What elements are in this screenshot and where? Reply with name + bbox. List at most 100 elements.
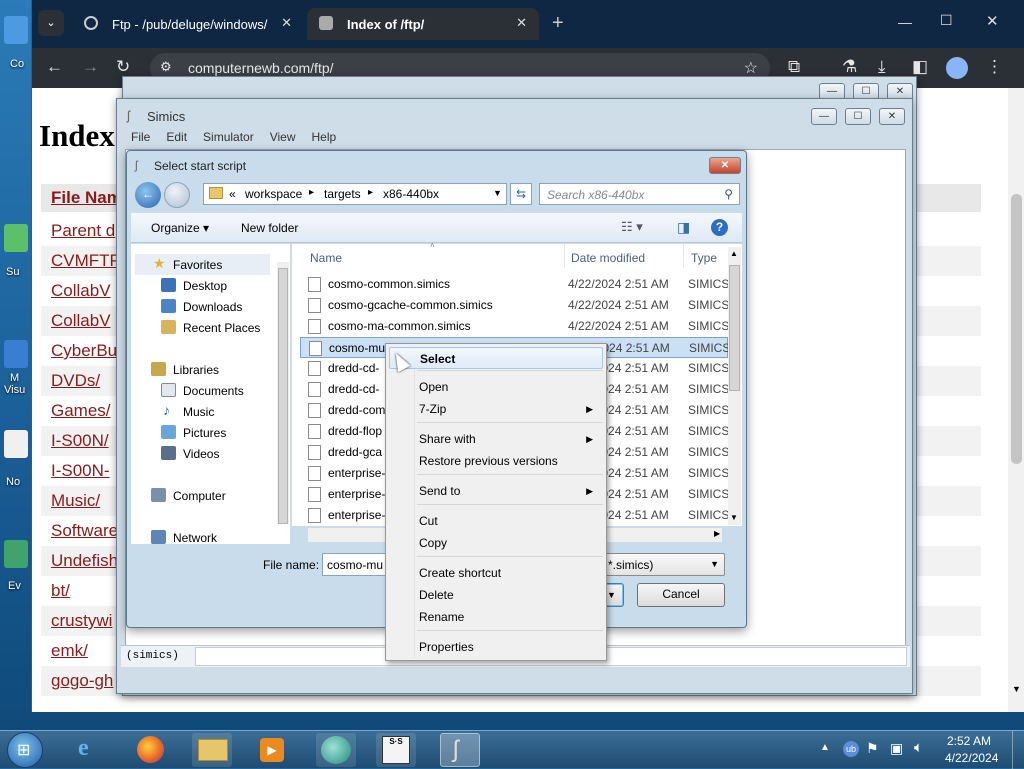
desktop-icon[interactable] [4, 540, 28, 568]
ublock-icon[interactable]: ub [843, 741, 859, 757]
name-column-header[interactable]: Name [310, 251, 342, 265]
taskbar-internet-explorer[interactable]: e [70, 733, 110, 767]
network-icon[interactable]: ▣ [890, 740, 903, 757]
context-menu-item-create-shortcut[interactable]: Create shortcut [389, 562, 603, 584]
new-folder-button[interactable]: New folder [241, 221, 298, 235]
show-hidden-icons-icon[interactable]: ▲ [820, 742, 830, 753]
file-type-filter[interactable]: *.simics) ▼ [597, 553, 725, 576]
close-tab-icon[interactable]: ✕ [281, 15, 292, 31]
chevron-down-icon[interactable]: ▼ [493, 188, 502, 198]
directory-link[interactable]: CollabV [51, 311, 111, 331]
nav-network[interactable]: Network [151, 527, 291, 548]
menu-file[interactable]: File [131, 130, 150, 144]
breadcrumb-x86-440bx[interactable]: x86-440bx [383, 187, 439, 201]
nav-libraries[interactable]: Libraries [151, 359, 291, 380]
start-button[interactable]: ⊞ [7, 732, 43, 768]
breadcrumb-targets[interactable]: targets [324, 187, 361, 201]
directory-link[interactable]: CyberBu [51, 341, 117, 361]
clock-date[interactable]: 4/22/2024 [945, 751, 998, 765]
desktop-icon[interactable] [4, 16, 28, 44]
directory-link[interactable]: I-S00N/ [51, 431, 109, 451]
file-row[interactable]: cosmo-gcache-common.simics 4/22/2024 2:51… [300, 295, 728, 316]
scroll-down-arrow-icon[interactable]: ▼ [730, 513, 738, 522]
scrollbar-thumb[interactable] [1011, 194, 1022, 464]
directory-link[interactable]: crustywi [51, 611, 112, 631]
maximize-button[interactable]: ☐ [845, 108, 871, 125]
tab-index-ftp[interactable]: Index of /ftp/ ✕ [307, 8, 539, 40]
file-list-scrollbar[interactable]: ▲ ▼ [728, 247, 741, 525]
profile-avatar[interactable] [946, 57, 968, 79]
context-menu-item-select[interactable]: Select [389, 347, 603, 369]
preview-pane-icon[interactable]: ◨ [677, 219, 690, 236]
breadcrumb[interactable]: « workspace ▸ targets ▸ x86-440bx ▼ [203, 183, 507, 205]
new-tab-button[interactable]: + [552, 12, 564, 35]
scrollbar-thumb[interactable] [278, 268, 288, 524]
nav-computer[interactable]: Computer [151, 485, 291, 506]
refresh-icon[interactable]: ⇆ [510, 183, 532, 205]
maximize-button[interactable]: ☐ [940, 12, 953, 29]
close-button[interactable]: ✕ [879, 108, 905, 125]
show-desktop-button[interactable] [1012, 731, 1024, 769]
site-info-icon[interactable]: ⚙ [160, 59, 172, 75]
context-menu-item-open[interactable]: Open [389, 376, 603, 398]
bookmark-star-icon[interactable]: ☆ [744, 58, 758, 78]
more-menu-icon[interactable]: ⋮ [986, 57, 1003, 77]
nav-scrollbar[interactable] [277, 262, 289, 524]
context-menu-item-send-to[interactable]: Send to ▶ [389, 480, 603, 502]
clock-time[interactable]: 2:52 AM [947, 734, 991, 748]
scroll-down-arrow-icon[interactable]: ▼ [1012, 684, 1021, 694]
action-center-flag-icon[interactable]: ⚑ [866, 740, 879, 757]
back-arrow-icon[interactable]: ← [135, 182, 161, 208]
organize-button[interactable]: Organize ▾ [151, 221, 209, 235]
taskbar-firefox[interactable] [130, 733, 170, 767]
directory-link[interactable]: Games/ [51, 401, 111, 421]
directory-link[interactable]: bt/ [51, 581, 70, 601]
labs-flask-icon[interactable]: ⚗ [842, 57, 857, 77]
search-input[interactable]: Search x86-440bx ⚲ [539, 183, 740, 205]
minimize-button[interactable]: — [898, 14, 912, 30]
desktop-icon[interactable] [4, 430, 28, 458]
directory-link[interactable]: CVMFTP [51, 251, 121, 271]
breadcrumb-overflow[interactable]: « [229, 187, 236, 201]
taskbar-media-player[interactable]: ▶ [252, 733, 292, 767]
context-menu-item-properties[interactable]: Properties [389, 636, 603, 658]
menu-view[interactable]: View [270, 130, 296, 144]
context-menu-item-cut[interactable]: Cut [389, 510, 603, 532]
context-menu-item-7-zip[interactable]: 7-Zip ▶ [389, 398, 603, 420]
context-menu-item-share-with[interactable]: Share with ▶ [389, 428, 603, 450]
context-menu-item-delete[interactable]: Delete [389, 584, 603, 606]
taskbar-app[interactable] [316, 733, 356, 767]
directory-link[interactable]: DVDs/ [51, 371, 100, 391]
menu-simulator[interactable]: Simulator [203, 130, 254, 144]
volume-icon[interactable]: 🔈︎ [914, 739, 923, 756]
scroll-right-arrow-icon[interactable]: ▶ [714, 529, 720, 538]
desktop-icon[interactable] [4, 224, 28, 252]
context-menu-item-rename[interactable]: Rename [389, 606, 603, 628]
close-window-button[interactable]: ✕ [986, 12, 999, 30]
minimize-button[interactable]: — [811, 108, 837, 125]
tab-ftp-deluge[interactable]: Ftp - /pub/deluge/windows/ : ✕ [72, 8, 304, 40]
directory-link[interactable]: Parent d [51, 221, 115, 241]
page-scrollbar[interactable]: ▼ [1008, 88, 1024, 712]
directory-link[interactable]: Undefish [51, 551, 118, 571]
view-options-icon[interactable]: ☷ ▾ [621, 219, 643, 235]
close-tab-icon[interactable]: ✕ [516, 15, 527, 31]
directory-link[interactable]: Software [51, 521, 118, 541]
side-panel-icon[interactable]: ◧ [912, 57, 928, 77]
extensions-icon[interactable]: ⧉ [788, 57, 800, 77]
reload-icon[interactable]: ↻ [116, 57, 130, 77]
help-icon[interactable]: ? [711, 219, 728, 236]
directory-link[interactable]: gogo-gh [51, 671, 113, 691]
taskbar-explorer[interactable] [192, 733, 232, 767]
breadcrumb-workspace[interactable]: workspace [245, 187, 302, 201]
directory-link[interactable]: I-S00N- [51, 461, 110, 481]
desktop-icon[interactable] [4, 340, 28, 368]
file-row[interactable]: cosmo-ma-common.simics 4/22/2024 2:51 AM S… [300, 316, 728, 337]
date-column-header[interactable]: Date modified [571, 251, 645, 265]
type-column-header[interactable]: Type [691, 251, 717, 265]
scrollbar-thumb[interactable] [729, 265, 740, 391]
menu-help[interactable]: Help [312, 130, 337, 144]
taskbar-sas-app[interactable]: S·S [376, 733, 416, 767]
back-arrow-icon[interactable]: ← [46, 57, 63, 77]
menu-edit[interactable]: Edit [166, 130, 187, 144]
